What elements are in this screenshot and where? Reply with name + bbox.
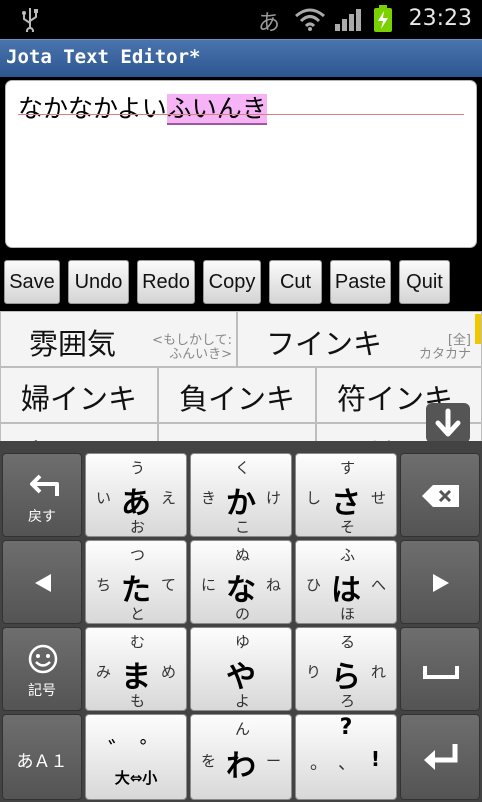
undo-key[interactable]: 戻す: [2, 453, 82, 537]
usb-icon: [22, 8, 38, 32]
space-key[interactable]: [400, 627, 480, 711]
committed-text: なかなかよい: [18, 94, 167, 123]
kana-key-a[interactable]: う い あ え お: [85, 453, 187, 537]
ime-indicator: あ: [258, 11, 281, 36]
keyboard: 戻す 記号 あＡ１ う い あ え お く き か け こ す し さ せ そ: [0, 441, 482, 802]
kana-key-sa[interactable]: す し さ せ そ: [295, 453, 397, 537]
triangle-right-icon: [433, 574, 449, 592]
symbol-key[interactable]: 記号: [2, 627, 82, 711]
return-arrow-icon: [30, 474, 59, 496]
toolbar: Save Undo Redo Copy Cut Paste Quit: [0, 256, 482, 310]
text-editor[interactable]: なかなかよいふいんき: [5, 80, 477, 248]
candidate-item[interactable]: フインキ [全] カタカナ: [237, 311, 482, 367]
candidate-scrollbar[interactable]: [475, 314, 481, 344]
save-button[interactable]: Save: [4, 260, 60, 304]
kana-key-ma[interactable]: む み ま め も: [85, 627, 187, 711]
kana-key-wa[interactable]: ん を わ ー: [190, 714, 292, 800]
candidate-item[interactable]: 雰囲気 <もしかして: ふんいき>: [0, 311, 237, 367]
candidate-item[interactable]: 負インキ: [158, 367, 316, 423]
punctuation-key[interactable]: ? 。 、 !: [295, 714, 397, 800]
candidate-item[interactable]: 婦インキ: [0, 367, 158, 423]
space-icon: [423, 666, 459, 679]
copy-button[interactable]: Copy: [203, 260, 261, 304]
enter-icon: [424, 744, 458, 770]
status-bar: あ 23:23: [0, 0, 482, 38]
clock: 23:23: [408, 6, 472, 31]
kana-key-ka[interactable]: く き か け こ: [190, 453, 292, 537]
undo-button[interactable]: Undo: [68, 260, 129, 304]
candidate-item[interactable]: 腐インキ: [0, 423, 158, 441]
composing-text: ふいんき: [166, 94, 267, 125]
signal-icon: [335, 9, 361, 31]
collapse-candidates-button[interactable]: [426, 403, 470, 443]
paste-button[interactable]: Paste: [330, 260, 391, 304]
backspace-key[interactable]: [400, 453, 480, 537]
cut-button[interactable]: Cut: [269, 260, 322, 304]
backspace-icon: [422, 485, 459, 507]
cursor-right-key[interactable]: [400, 540, 480, 624]
dakuten-key[interactable]: ゛ ゜ 大⇔小: [85, 714, 187, 800]
battery-charging-icon: [374, 5, 392, 32]
app-title: Jota Text Editor*: [6, 46, 201, 68]
enter-key[interactable]: [400, 714, 480, 800]
kana-key-ra[interactable]: る り ら れ ろ: [295, 627, 397, 711]
title-bar: Jota Text Editor*: [0, 39, 482, 77]
triangle-left-icon: [35, 574, 51, 592]
cursor-left-key[interactable]: [2, 540, 82, 624]
wifi-icon: [295, 8, 325, 31]
line-underline: [18, 114, 464, 115]
candidate-item[interactable]: ふいんき: [158, 423, 316, 441]
kana-key-ta[interactable]: つ ち た て と: [85, 540, 187, 624]
smiley-icon: [28, 644, 58, 674]
kana-key-na[interactable]: ぬ に な ね の: [190, 540, 292, 624]
redo-button[interactable]: Redo: [137, 260, 195, 304]
mode-switch-key[interactable]: あＡ１: [2, 714, 82, 800]
kana-key-ya[interactable]: ゆ や よ: [190, 627, 292, 711]
kana-key-ha[interactable]: ふ ひ は へ ほ: [295, 540, 397, 624]
editor-text-line[interactable]: なかなかよいふいんき: [18, 89, 267, 125]
arrow-down-icon: [435, 408, 461, 437]
candidate-list: 雰囲気 <もしかして: ふんいき> フインキ [全] カタカナ 婦インキ 負イン…: [0, 311, 482, 441]
quit-button[interactable]: Quit: [399, 260, 450, 304]
